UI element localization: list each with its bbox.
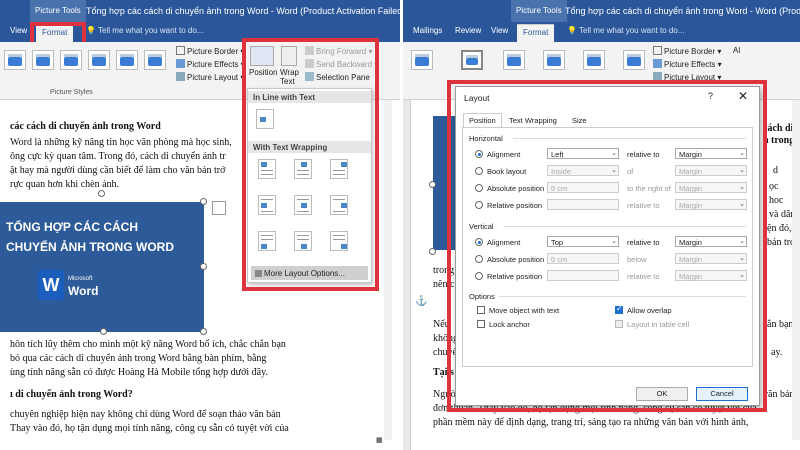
word-label: Word xyxy=(68,284,99,298)
lightbulb-icon: 💡 xyxy=(86,26,99,35)
layout-options-icon[interactable] xyxy=(212,201,226,215)
border-icon xyxy=(176,46,185,55)
picture-style-2[interactable] xyxy=(32,50,54,70)
tab-review[interactable]: Review xyxy=(455,26,481,35)
picture-style-1[interactable] xyxy=(4,50,26,70)
window-title: Tổng hợp các cách di chuyển ảnh trong Wo… xyxy=(86,6,400,16)
picture-tools-context: Picture Tools xyxy=(30,0,86,22)
picture-style-1[interactable] xyxy=(411,50,433,70)
text-fragment: ọc xyxy=(769,181,779,192)
picture-style-5[interactable] xyxy=(583,50,605,70)
effects-icon xyxy=(653,59,662,68)
vertical-scrollbar[interactable] xyxy=(384,100,392,440)
effects-icon xyxy=(176,59,185,68)
title-bar: Picture Tools Tổng hợp các cách di chuyể… xyxy=(403,0,800,22)
resize-handle[interactable] xyxy=(200,263,207,270)
anchor-icon: ⚓ xyxy=(415,296,428,307)
paragraph-line: rực quan hơn khi chèn ảnh. xyxy=(10,179,120,190)
resize-handle[interactable] xyxy=(200,328,207,335)
picture-style-5[interactable] xyxy=(116,50,138,70)
picture-tools-context: Picture Tools xyxy=(511,0,567,22)
tab-view[interactable]: View xyxy=(491,26,508,35)
resize-handle[interactable] xyxy=(100,328,107,335)
title-bar: Picture Tools Tổng hợp các cách di chuyể… xyxy=(0,0,400,22)
picture-styles-group-label: Picture Styles xyxy=(50,89,93,96)
paragraph-line: phần mềm này để định dạng, trang trí, sá… xyxy=(433,417,749,428)
print-layout-icon[interactable]: ▦ xyxy=(376,436,383,444)
word-logo-icon: W xyxy=(38,270,64,300)
text-fragment: d xyxy=(773,165,778,176)
border-icon xyxy=(653,46,662,55)
text-fragment: h trong xyxy=(763,135,795,146)
text-fragment: hoc xyxy=(769,195,784,206)
selected-picture[interactable]: TỔNG HỢP CÁC CÁCH CHUYỂN ẢNH TRONG WORD … xyxy=(0,202,204,332)
paragraph-line: ật hay mà người dùng cần biết để làm cho… xyxy=(10,165,226,176)
arrange-button[interactable]: Al xyxy=(733,46,740,55)
text-fragment: ay. xyxy=(771,347,783,358)
picture-layout-button[interactable]: Picture Layout ▾ xyxy=(176,72,244,82)
picture-style-6[interactable] xyxy=(144,50,166,70)
picture-effects-button[interactable]: Picture Effects ▾ xyxy=(176,59,245,69)
highlight-layout-dialog xyxy=(447,80,767,412)
window-title: Tổng hợp các cách di chuyển ảnh trong Wo… xyxy=(565,6,800,16)
ribbon-tabs: Mailings Review View Format 💡 Tell me wh… xyxy=(403,22,800,42)
lightbulb-icon: 💡 xyxy=(567,26,580,35)
picture-style-2[interactable] xyxy=(461,50,483,70)
paragraph-line: Word là những kỹ năng tin học văn phòng … xyxy=(10,137,232,148)
picture-style-4[interactable] xyxy=(88,50,110,70)
picture-border-button[interactable]: Picture Border ▾ xyxy=(176,46,244,56)
paragraph-line: bỏ qua các cách di chuyển ảnh trong Word… xyxy=(10,353,267,364)
picture-title-line-2: CHUYỂN ẢNH TRONG WORD xyxy=(6,240,174,254)
text-fragment: ện đó, xyxy=(767,223,792,234)
layout-icon xyxy=(176,72,185,81)
picture-title-line-1: TỔNG HỢP CÁC CÁCH xyxy=(6,220,139,234)
picture-style-3[interactable] xyxy=(503,50,525,70)
paragraph-line: chuyên nghiệp hiện nay không chỉ dùng Wo… xyxy=(10,409,281,420)
vertical-scrollbar[interactable] xyxy=(792,100,800,440)
rotate-handle-icon[interactable] xyxy=(98,190,105,197)
resize-handle[interactable] xyxy=(200,198,207,205)
tell-me-box[interactable]: 💡 Tell me what you want to do... xyxy=(86,26,203,35)
picture-style-3[interactable] xyxy=(60,50,82,70)
highlight-position-menu xyxy=(242,38,379,291)
tell-me-box[interactable]: 💡 Tell me what you want to do... xyxy=(567,26,684,35)
paragraph-line: Thay vào đó, họ tận dụng mọi tính năng, … xyxy=(10,423,289,434)
tab-format[interactable]: Format xyxy=(517,24,555,42)
paragraph-line: hôn tích lũy thêm cho mình một kỹ năng W… xyxy=(10,339,286,350)
picture-effects-button[interactable]: Picture Effects ▾ xyxy=(653,59,722,69)
picture-border-button[interactable]: Picture Border ▾ xyxy=(653,46,721,56)
vertical-ruler xyxy=(403,100,411,450)
text-fragment: ắn bạn xyxy=(767,319,794,330)
paragraph-line: ùng tính năng sẵn có được Hoàng Hà Mobil… xyxy=(10,367,268,378)
heading-2: ı di chuyển ảnh trong Word? xyxy=(10,389,133,400)
text-fragment: văn bản xyxy=(763,389,795,400)
picture-style-4[interactable] xyxy=(543,50,565,70)
tab-view[interactable]: View xyxy=(10,26,27,35)
tab-mailings[interactable]: Mailings xyxy=(413,26,442,35)
heading-1: các cách di chuyển ảnh trong Word xyxy=(10,121,161,132)
paragraph-line: ông cực kỳ quan tâm. Trong đó, cách di c… xyxy=(10,151,226,162)
picture-style-6[interactable] xyxy=(623,50,645,70)
microsoft-label: Microsoft xyxy=(68,276,93,282)
left-word-window: Picture Tools Tổng hợp các cách di chuyể… xyxy=(0,0,400,450)
